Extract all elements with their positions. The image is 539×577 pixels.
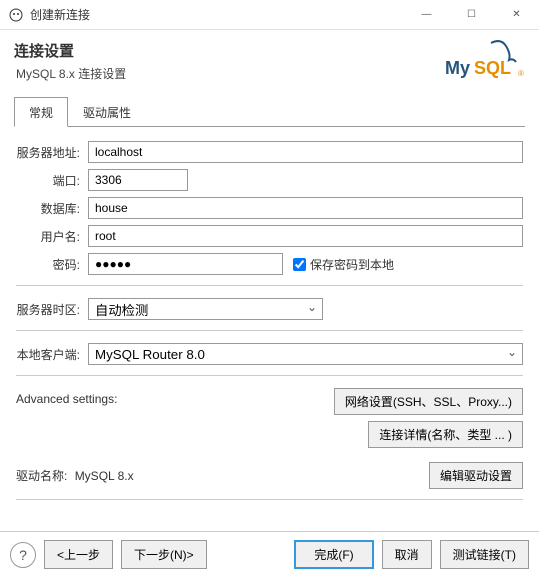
driver-name-value: MySQL 8.x [75, 469, 134, 483]
username-label: 用户名: [16, 228, 88, 245]
separator [16, 285, 523, 286]
port-label: 端口: [16, 172, 88, 189]
separator [16, 375, 523, 376]
app-icon [8, 7, 24, 23]
close-button[interactable]: ✕ [494, 0, 539, 30]
finish-button[interactable]: 完成(F) [294, 540, 373, 569]
tab-general[interactable]: 常规 [14, 97, 68, 127]
server-input[interactable] [88, 141, 523, 163]
tab-driver-properties[interactable]: 驱动属性 [68, 97, 146, 126]
page-subtitle: MySQL 8.x 连接设置 [16, 65, 126, 82]
network-settings-button[interactable]: 网络设置(SSH、SSL、Proxy...) [334, 388, 523, 415]
svg-text:®: ® [518, 69, 524, 78]
title-bar: 创建新连接 — ☐ ✕ [0, 0, 539, 30]
separator [16, 499, 523, 500]
mysql-logo-icon: My SQL ® [441, 38, 525, 85]
edit-driver-button[interactable]: 编辑驱动设置 [429, 462, 523, 489]
separator [16, 330, 523, 331]
save-password-checkbox[interactable] [293, 258, 306, 271]
window-title: 创建新连接 [30, 6, 404, 23]
password-input[interactable] [88, 253, 283, 275]
window-controls: — ☐ ✕ [404, 0, 539, 30]
driver-name-label: 驱动名称: [16, 469, 67, 483]
client-label: 本地客户端: [16, 346, 88, 363]
password-label: 密码: [16, 256, 88, 273]
port-input[interactable] [88, 169, 188, 191]
back-button[interactable]: <上一步 [44, 540, 113, 569]
minimize-button[interactable]: — [404, 0, 449, 30]
client-select[interactable] [88, 343, 523, 365]
server-label: 服务器地址: [16, 144, 88, 161]
connection-details-button[interactable]: 连接详情(名称、类型 ... ) [368, 421, 523, 448]
timezone-select[interactable] [88, 298, 323, 320]
svg-text:My: My [445, 58, 470, 78]
tabs: 常规 驱动属性 [14, 97, 525, 127]
database-input[interactable] [88, 197, 523, 219]
database-label: 数据库: [16, 200, 88, 217]
save-password-label: 保存密码到本地 [310, 256, 394, 273]
timezone-label: 服务器时区: [16, 301, 88, 318]
footer: ? <上一步 下一步(N)> 完成(F) 取消 测试链接(T) [0, 531, 539, 577]
help-button[interactable]: ? [10, 542, 36, 568]
username-input[interactable] [88, 225, 523, 247]
next-button[interactable]: 下一步(N)> [121, 540, 207, 569]
page-title: 连接设置 [14, 40, 126, 61]
cancel-button[interactable]: 取消 [382, 540, 432, 569]
svg-text:SQL: SQL [474, 58, 511, 78]
test-connection-button[interactable]: 测试链接(T) [440, 540, 529, 569]
maximize-button[interactable]: ☐ [449, 0, 494, 30]
advanced-label: Advanced settings: [16, 388, 117, 406]
